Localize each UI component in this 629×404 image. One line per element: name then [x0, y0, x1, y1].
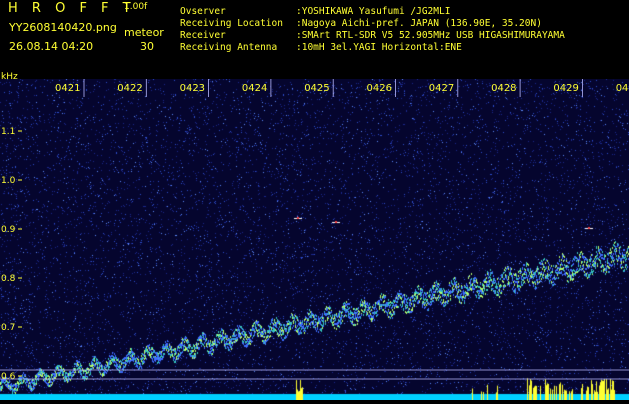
y-tick-label: 0.6 — [1, 372, 16, 382]
info-key: Receiver — [180, 30, 226, 41]
info-receiver: Receiver :SMArt RTL-SDR V5 52.905MHz USB … — [180, 31, 565, 41]
spectrogram-panel: 1.1 1.0 0.9 0.8 0.7 0.6 0421 0422 0423 0424 0425 04… — [0, 79, 629, 400]
info-antenna: Receiving Antenna :10mH 3el.YAGI Horizont… — [180, 43, 462, 53]
spectrogram-overlay: 1.1 1.0 0.9 0.8 0.7 0.6 0421 0422 0423 0424 0425 04… — [0, 79, 629, 382]
info-key: Ovserver — [180, 6, 226, 17]
info-observer: Ovserver :YOSHIKAWA Yasufumi /JG2MLI — [180, 7, 450, 17]
info-value: :YOSHIKAWA Yasufumi /JG2MLI — [296, 6, 451, 17]
time-label: 0426 — [367, 83, 392, 94]
time-label: 0429 — [553, 83, 578, 94]
meteor-count: 30 — [140, 40, 154, 53]
time-label: 0430 — [616, 83, 629, 94]
meteor-label: meteor — [124, 26, 164, 39]
app-version: 1.00f — [124, 2, 148, 12]
image-filename: YY2608140420.png — [9, 21, 117, 34]
time-label: 0427 — [429, 83, 454, 94]
app-brand: H R O F F T — [8, 1, 136, 16]
time-label: 0422 — [117, 83, 142, 94]
time-label: 0421 — [55, 83, 80, 94]
y-tick-label: 1.0 — [1, 176, 16, 186]
time-label: 0428 — [491, 83, 516, 94]
y-tick-label: 0.8 — [1, 274, 16, 284]
info-key: Receiving Antenna — [180, 42, 278, 53]
info-value: :10mH 3el.YAGI Horizontal:ENE — [296, 42, 462, 53]
time-label: 0425 — [304, 83, 329, 94]
info-key: Receiving Location — [180, 18, 283, 29]
info-value: :SMArt RTL-SDR V5 52.905MHz USB HIGASHIM… — [296, 30, 565, 41]
info-value: :Nagoya Aichi-pref. JAPAN (136.90E, 35.2… — [296, 18, 542, 29]
time-label: 0423 — [180, 83, 205, 94]
header-panel: H R O F F T 1.00f YY2608140420.png meteo… — [0, 0, 629, 82]
y-tick-label: 0.9 — [1, 225, 16, 235]
y-tick-label: 0.7 — [1, 323, 15, 333]
info-location: Receiving Location :Nagoya Aichi-pref. JA… — [180, 19, 542, 29]
time-label: 0424 — [242, 83, 267, 94]
capture-datetime: 26.08.14 04:20 — [9, 40, 94, 53]
y-tick-label: 1.1 — [1, 127, 15, 137]
